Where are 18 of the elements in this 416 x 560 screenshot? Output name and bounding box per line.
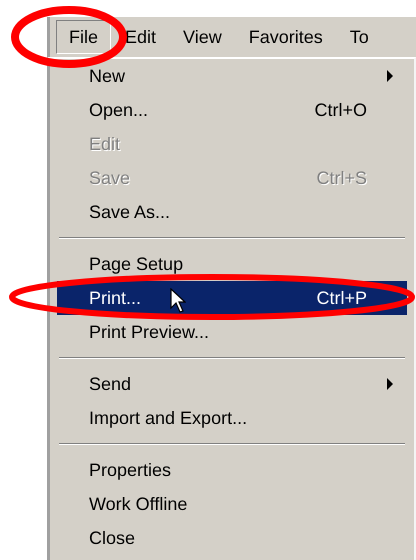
menu-item[interactable]: Print Preview...: [57, 315, 407, 349]
menu-item[interactable]: Import and Export...: [57, 401, 407, 435]
menu-item[interactable]: Open... Ctrl+O: [57, 93, 407, 127]
menu-item[interactable]: Work Offline: [57, 487, 407, 521]
cursor-icon: [170, 288, 186, 314]
submenu-arrow-icon: [387, 70, 393, 82]
menu-item[interactable]: Save As...: [57, 195, 407, 229]
menu-bar-item[interactable]: File: [56, 20, 112, 54]
menu-bar-item[interactable]: View: [170, 20, 235, 54]
menu-item[interactable]: Page Setup: [57, 247, 407, 281]
menu-item[interactable]: New: [57, 59, 407, 93]
menu-bar-item[interactable]: Edit: [112, 20, 170, 54]
menu-bar-item[interactable]: Favorites: [236, 20, 336, 54]
menu-bar-item[interactable]: To: [336, 20, 382, 54]
menu-item[interactable]: Properties: [57, 453, 407, 487]
submenu-arrow-icon: [387, 378, 393, 390]
menu-item[interactable]: Close: [57, 521, 407, 555]
menu-item[interactable]: Send: [57, 367, 407, 401]
